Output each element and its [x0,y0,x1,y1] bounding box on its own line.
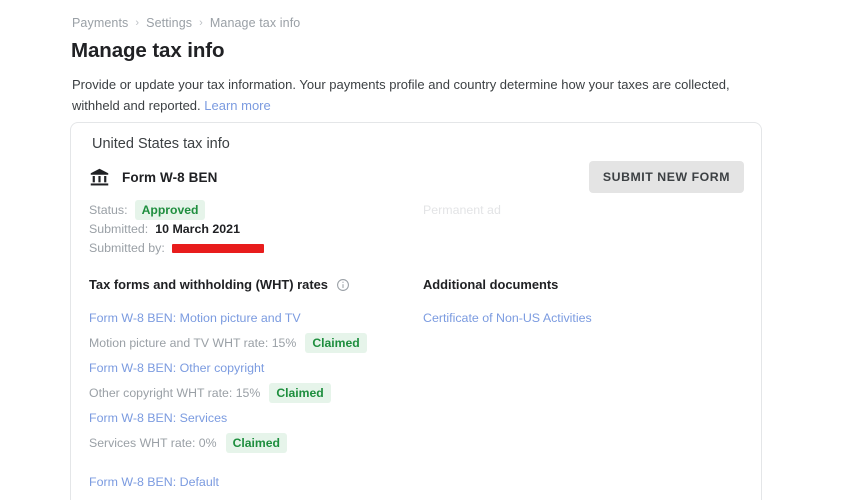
submitted-by-row: Submitted by: [89,239,264,257]
wht-entry: Form W-8 BEN: Services Services WHT rate… [89,411,409,454]
status-row: Status: Approved [89,199,264,221]
claimed-badge: Claimed [269,383,331,404]
submit-new-form-button[interactable]: SUBMIT NEW FORM [588,161,744,193]
wht-heading-text: Tax forms and withholding (WHT) rates [89,277,328,292]
account-balance-icon [89,167,110,188]
info-icon[interactable] [336,278,350,292]
submitted-row: Submitted: 10 March 2021 [89,220,264,238]
page-description-text: Provide or update your tax information. … [72,77,730,114]
document-link[interactable]: Certificate of Non-US Activities [423,311,723,325]
documents-section-heading: Additional documents [423,277,723,292]
page-title: Manage tax info [71,39,225,62]
breadcrumb-item-settings[interactable]: Settings [146,16,192,30]
wht-rate-row: Other copyright WHT rate: 15% Claimed [89,383,409,404]
breadcrumb-item-manage-tax-info[interactable]: Manage tax info [210,16,300,30]
card-title: United States tax info [92,136,230,152]
page-root: Payments › Settings › Manage tax info Ma… [0,0,844,500]
wht-rate-row: Motion picture and TV WHT rate: 15% Clai… [89,333,409,354]
wht-rates-column: Tax forms and withholding (WHT) rates Fo… [89,277,409,497]
breadcrumb-separator-icon: › [135,16,140,29]
page-description: Provide or update your tax information. … [72,74,732,116]
wht-form-link[interactable]: Form W-8 BEN: Other copyright [89,361,409,375]
status-badge: Approved [134,199,206,221]
claimed-badge: Claimed [305,333,367,354]
documents-heading-text: Additional documents [423,277,559,292]
wht-entry: Form W-8 BEN: Motion picture and TV Moti… [89,311,409,354]
learn-more-link[interactable]: Learn more [204,98,270,113]
redaction-bar [171,243,264,253]
wht-rate-text: Motion picture and TV WHT rate: 15% [89,336,297,351]
submitted-label: Submitted: [89,221,149,236]
wht-form-link[interactable]: Form W-8 BEN: Motion picture and TV [89,311,409,325]
wht-form-link[interactable]: Form W-8 BEN: Default [89,475,409,489]
wht-entry: Form W-8 BEN: Other copyright Other copy… [89,361,409,404]
submitted-by-label: Submitted by: [89,240,165,255]
breadcrumb: Payments › Settings › Manage tax info [72,16,300,30]
claimed-badge: Claimed [225,433,287,454]
wht-rate-row: Services WHT rate: 0% Claimed [89,433,409,454]
wht-rate-text: Other copyright WHT rate: 15% [89,386,261,401]
breadcrumb-item-payments[interactable]: Payments [72,16,128,30]
form-meta: Status: Approved Submitted: 10 March 202… [89,199,264,258]
us-tax-info-card: United States tax info Form W-8 BEN SUBM… [70,122,762,500]
form-header-row: Form W-8 BEN [89,167,217,188]
status-label: Status: [89,202,128,217]
form-name: Form W-8 BEN [122,170,218,185]
wht-entry: Form W-8 BEN: Default [89,475,409,489]
submitted-date: 10 March 2021 [155,221,240,236]
wht-rate-text: Services WHT rate: 0% [89,436,217,451]
additional-documents-column: Additional documents Certificate of Non-… [423,277,723,325]
breadcrumb-separator-icon: › [199,16,203,29]
wht-form-link[interactable]: Form W-8 BEN: Services [89,411,409,425]
permanent-address-label: Permanent ad [423,203,501,217]
wht-section-heading: Tax forms and withholding (WHT) rates [89,277,409,292]
